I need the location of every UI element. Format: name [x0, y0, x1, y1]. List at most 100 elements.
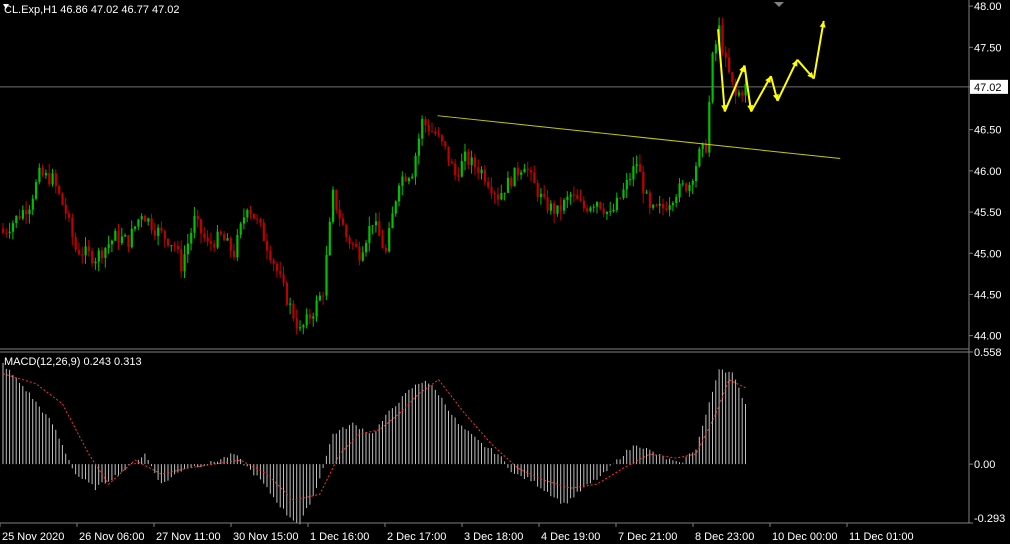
candle-body[interactable] [391, 213, 394, 229]
candle-body[interactable] [612, 209, 615, 212]
candle-body[interactable] [341, 218, 345, 225]
candle-body[interactable] [348, 237, 351, 244]
candle-body[interactable] [5, 232, 8, 234]
candle-body[interactable] [58, 185, 61, 194]
candle-body[interactable] [404, 176, 407, 182]
candle-body[interactable] [282, 274, 285, 283]
candle-body[interactable] [114, 230, 117, 241]
candle-body[interactable] [285, 282, 288, 305]
candle-body[interactable] [54, 173, 57, 186]
candle-body[interactable] [160, 227, 163, 231]
candle-body[interactable] [186, 243, 189, 255]
candle-body[interactable] [213, 243, 216, 248]
candle-body[interactable] [18, 215, 21, 219]
candle-body[interactable] [533, 172, 536, 183]
candle-body[interactable] [322, 295, 325, 297]
candle-body[interactable] [559, 205, 562, 211]
candle-body[interactable] [203, 233, 206, 239]
candle-body[interactable] [374, 221, 378, 226]
candle-body[interactable] [38, 167, 41, 183]
candle-body[interactable] [526, 168, 529, 170]
candle-body[interactable] [332, 189, 335, 222]
candle-body[interactable] [157, 227, 160, 236]
candle-body[interactable] [252, 213, 255, 219]
candle-body[interactable] [97, 250, 100, 262]
candle-body[interactable] [259, 218, 262, 223]
candle-body[interactable] [464, 151, 467, 162]
candle-body[interactable] [308, 314, 312, 319]
candle-body[interactable] [196, 216, 199, 220]
candle-body[interactable] [104, 247, 107, 258]
candle-body[interactable] [71, 217, 74, 237]
candle-body[interactable] [183, 254, 186, 272]
candle-body[interactable] [272, 260, 275, 264]
candle-body[interactable] [695, 166, 698, 181]
candle-body[interactable] [44, 173, 48, 176]
candle-body[interactable] [91, 250, 94, 264]
candle-body[interactable] [378, 221, 381, 236]
candle-body[interactable] [658, 203, 661, 206]
candle-body[interactable] [437, 133, 440, 136]
candle-body[interactable] [728, 57, 731, 73]
candle-body[interactable] [632, 166, 635, 180]
candle-body[interactable] [147, 218, 150, 222]
candle-body[interactable] [325, 254, 328, 296]
candle-body[interactable] [15, 215, 18, 224]
candle-body[interactable] [84, 246, 87, 256]
candle-body[interactable] [345, 224, 348, 238]
candle-body[interactable] [539, 193, 543, 197]
candle-body[interactable] [249, 209, 252, 214]
candle-body[interactable] [665, 208, 668, 210]
candle-body[interactable] [609, 211, 612, 213]
candle-body[interactable] [668, 205, 671, 210]
candle-body[interactable] [421, 118, 424, 139]
candle-body[interactable] [302, 325, 305, 328]
candle-body[interactable] [150, 218, 153, 231]
candle-body[interactable] [101, 250, 104, 258]
candle-body[interactable] [233, 250, 236, 258]
candle-body[interactable] [605, 211, 609, 214]
candle-body[interactable] [407, 178, 411, 182]
candle-body[interactable] [470, 157, 473, 166]
candle-body[interactable] [619, 197, 622, 199]
candle-body[interactable] [427, 125, 430, 132]
candle-body[interactable] [681, 183, 684, 185]
candle-body[interactable] [279, 270, 282, 275]
candle-body[interactable] [335, 189, 338, 210]
candle-body[interactable] [417, 138, 420, 156]
candle-body[interactable] [629, 179, 632, 181]
candle-body[interactable] [361, 252, 364, 261]
candle-body[interactable] [454, 163, 457, 176]
candle-body[interactable] [513, 167, 516, 187]
candle-body[interactable] [275, 263, 279, 271]
candle-body[interactable] [602, 208, 605, 214]
candle-body[interactable] [553, 203, 556, 214]
candle-body[interactable] [8, 231, 11, 233]
candle-body[interactable] [219, 231, 222, 235]
candle-body[interactable] [338, 209, 341, 219]
candle-body[interactable] [724, 52, 727, 58]
candle-body[interactable] [200, 219, 203, 234]
candle-body[interactable] [543, 193, 546, 197]
candle-body[interactable] [440, 135, 444, 142]
candle-body[interactable] [467, 151, 470, 166]
candle-body[interactable] [731, 72, 734, 82]
candle-body[interactable] [530, 169, 533, 173]
candle-body[interactable] [153, 230, 156, 236]
candle-body[interactable] [520, 172, 523, 175]
candle-body[interactable] [711, 53, 714, 102]
candle-body[interactable] [167, 238, 170, 246]
candle-body[interactable] [318, 295, 321, 301]
candle-body[interactable] [691, 180, 694, 185]
candle-body[interactable] [424, 118, 427, 126]
candle-body[interactable] [176, 245, 180, 250]
candle-body[interactable] [358, 246, 361, 261]
candle-body[interactable] [312, 316, 315, 319]
candle-body[interactable] [394, 201, 397, 214]
candle-body[interactable] [110, 240, 114, 245]
candle-body[interactable] [107, 244, 110, 248]
candle-body[interactable] [61, 193, 64, 205]
candle-body[interactable] [266, 240, 269, 251]
candle-body[interactable] [25, 210, 28, 215]
candle-body[interactable] [209, 241, 213, 244]
